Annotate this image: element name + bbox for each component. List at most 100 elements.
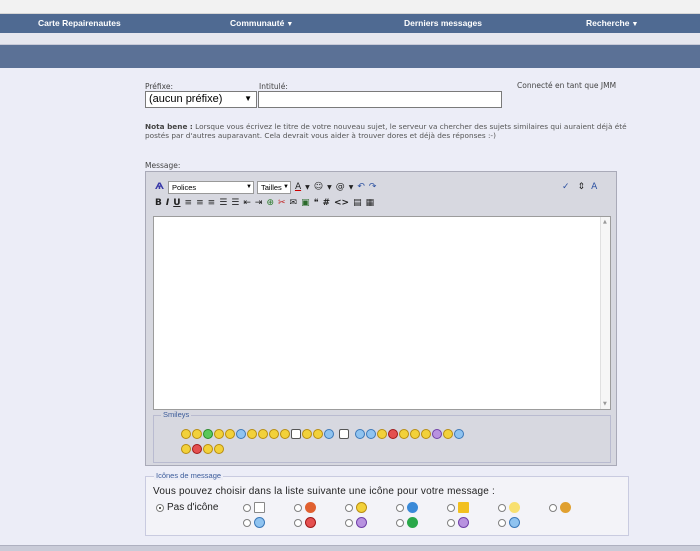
indent-icon[interactable]: ⇥ <box>255 198 263 208</box>
nota-bene-text: Lorsque vous écrivez le titre de votre n… <box>145 122 627 140</box>
sunglasses-icon[interactable] <box>355 429 365 439</box>
message-icons-fieldset: Icônes de message Vous pouvez choisir da… <box>145 471 629 536</box>
radio-arrow[interactable] <box>396 519 404 527</box>
cry-icon[interactable] <box>203 444 213 454</box>
size-combo[interactable]: Tailles ▼ <box>256 180 291 194</box>
text-color-icon[interactable]: A <box>295 182 301 192</box>
scroll-up-icon[interactable]: ▲ <box>603 219 607 225</box>
radio-biggrin[interactable] <box>447 519 455 527</box>
table-icon[interactable]: ▦ <box>366 198 375 208</box>
php-icon[interactable]: ▤ <box>353 198 362 208</box>
align-left-icon[interactable]: ≡ <box>185 198 193 208</box>
align-right-icon[interactable]: ≡ <box>208 198 216 208</box>
tongue-icon[interactable] <box>410 429 420 439</box>
angry-icon[interactable] <box>192 444 202 454</box>
radio-no-icon[interactable] <box>156 504 164 512</box>
message-editor: Ѧ Polices ▼ Tailles ▼ A ▼ ☺ ▼ @ ▼ ↶ ↷ ✓ ⇕ … <box>145 171 617 466</box>
wink-icon[interactable] <box>269 429 279 439</box>
chevron-down-icon[interactable]: ▼ <box>349 184 354 191</box>
ordered-list-icon[interactable]: ☰ <box>219 198 227 208</box>
cool-icon <box>254 517 265 528</box>
align-center-icon[interactable]: ≡ <box>196 198 204 208</box>
nav-derniers-messages[interactable]: Derniers messages <box>404 18 482 28</box>
pirate-icon[interactable] <box>324 429 334 439</box>
skull-icon[interactable] <box>339 429 349 439</box>
chevron-down-icon[interactable]: ▼ <box>327 184 332 191</box>
no-icon-label: Pas d'icône <box>167 502 219 513</box>
link-icon[interactable]: ⊕ <box>266 198 274 208</box>
drool-icon[interactable] <box>302 429 312 439</box>
email-icon[interactable]: ✉ <box>290 198 298 208</box>
nav-label: Carte Repairenautes <box>38 18 121 28</box>
mad-green-icon[interactable] <box>203 429 213 439</box>
radio-angry[interactable] <box>294 519 302 527</box>
nerd-icon[interactable] <box>377 429 387 439</box>
underline-icon[interactable]: U <box>173 198 180 208</box>
kiss-icon[interactable] <box>399 429 409 439</box>
radio-thumbs-up[interactable] <box>549 504 557 512</box>
radio-smile[interactable] <box>345 504 353 512</box>
eek-icon[interactable] <box>313 429 323 439</box>
frown-icon[interactable] <box>258 429 268 439</box>
biggrin-icon[interactable] <box>225 429 235 439</box>
attachment-icon[interactable]: @ <box>336 182 345 192</box>
shocked-icon[interactable] <box>432 429 442 439</box>
font-combo[interactable]: Polices ▼ <box>167 180 254 194</box>
radio-warning[interactable] <box>447 504 455 512</box>
remove-format-icon[interactable]: Ѧ <box>155 182 164 192</box>
smiley-picker-icon[interactable]: ☺ <box>314 182 323 192</box>
cool-hat-icon[interactable] <box>280 429 290 439</box>
sad-icon[interactable] <box>443 429 453 439</box>
prefix-select[interactable]: (aucun préfixe) ▼ <box>145 91 257 108</box>
smileys-legend: Smileys <box>161 410 192 419</box>
outdent-icon[interactable]: ⇤ <box>243 198 251 208</box>
radio-cool[interactable] <box>243 519 251 527</box>
scroll-down-icon[interactable]: ▼ <box>603 401 607 407</box>
italic-icon[interactable]: I <box>166 198 169 208</box>
quote-icon[interactable]: ❝ <box>314 198 319 208</box>
nav-carte-repairenautes[interactable]: Carte Repairenautes <box>38 18 121 28</box>
nav-recherche[interactable]: Recherche ▼ <box>586 18 638 28</box>
code-icon[interactable]: <> <box>334 198 349 208</box>
radio-question[interactable] <box>396 504 404 512</box>
switch-mode-icon[interactable]: A <box>591 182 597 192</box>
happy2-icon[interactable] <box>214 444 224 454</box>
radio-smile2[interactable] <box>498 519 506 527</box>
prefix-label: Préfixe: <box>145 82 173 91</box>
message-textarea[interactable]: ▲ ▼ <box>153 216 611 410</box>
hash-icon[interactable]: # <box>322 198 330 208</box>
connected-as-text: Connecté en tant que JMM <box>517 81 617 90</box>
nav-communaute[interactable]: Communauté ▼ <box>230 18 293 28</box>
smile-icon <box>356 502 367 513</box>
radio-lightbulb[interactable] <box>498 504 506 512</box>
title-input[interactable] <box>258 91 502 108</box>
radio-document[interactable] <box>243 504 251 512</box>
radio-thumbs-down[interactable] <box>294 504 302 512</box>
chevron-down-icon[interactable]: ▼ <box>305 184 310 191</box>
question-icon <box>407 502 418 513</box>
blush-icon[interactable] <box>454 429 464 439</box>
rolleyes-icon[interactable] <box>291 429 301 439</box>
unlink-icon[interactable]: ✂ <box>278 198 286 208</box>
sad2-icon[interactable] <box>181 444 191 454</box>
smile-icon[interactable] <box>181 429 191 439</box>
radio-tongue[interactable] <box>345 519 353 527</box>
resize-icon[interactable]: ⇕ <box>578 182 586 192</box>
devil-icon[interactable] <box>388 429 398 439</box>
grin-icon[interactable] <box>192 429 202 439</box>
smileys-row2 <box>181 444 225 454</box>
laugh-icon[interactable] <box>214 429 224 439</box>
document-icon <box>254 502 265 513</box>
image-icon[interactable]: ▣ <box>301 198 310 208</box>
textarea-scrollbar[interactable]: ▲ ▼ <box>600 217 610 409</box>
happy-icon[interactable] <box>366 429 376 439</box>
spellcheck-icon[interactable]: ✓ <box>562 182 570 192</box>
tongue2-icon[interactable] <box>421 429 431 439</box>
redo-icon[interactable]: ↷ <box>369 182 377 192</box>
caret-down-icon: ▼ <box>631 21 639 28</box>
undo-icon[interactable]: ↶ <box>357 182 365 192</box>
sleepy-icon[interactable] <box>236 429 246 439</box>
bold-icon[interactable]: B <box>155 198 162 208</box>
confused-icon[interactable] <box>247 429 257 439</box>
unordered-list-icon[interactable]: ☰ <box>231 198 239 208</box>
